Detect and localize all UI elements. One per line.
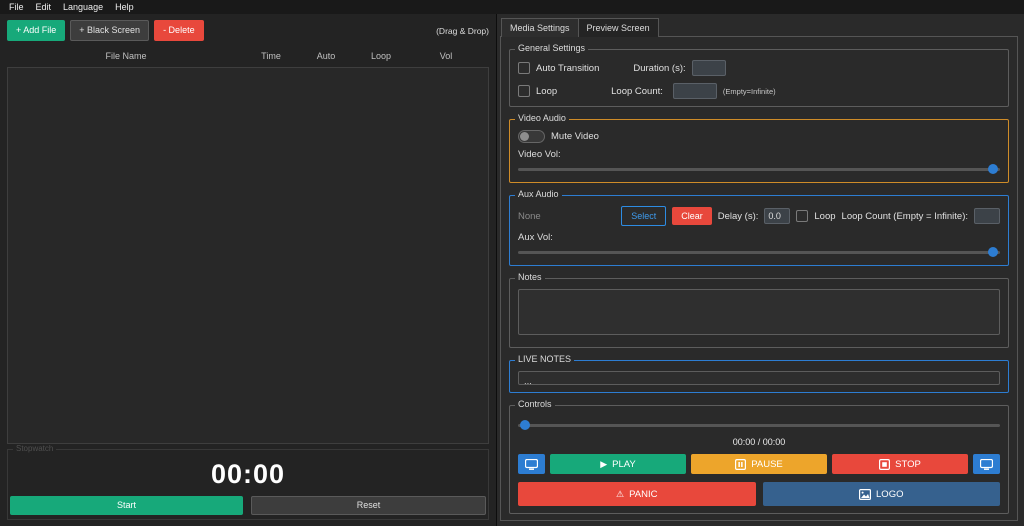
tab-bar: Media Settings Preview Screen: [500, 17, 1018, 36]
empty-infinite-hint: (Empty=Infinite): [723, 87, 776, 96]
play-label: PLAY: [612, 459, 636, 470]
output-screen-right-button[interactable]: [973, 454, 1000, 474]
aux-delay-label: Delay (s):: [718, 211, 759, 222]
stop-button[interactable]: STOP: [832, 454, 968, 474]
stopwatch-reset-button[interactable]: Reset: [251, 496, 486, 515]
aux-clear-button[interactable]: Clear: [672, 207, 712, 225]
aux-volume-slider[interactable]: [518, 246, 1000, 258]
video-audio-group: Video Audio Mute Video Video Vol:: [509, 119, 1009, 183]
slider-track: [518, 424, 1000, 427]
aux-file-label: None: [518, 211, 541, 222]
logo-label: LOGO: [876, 489, 903, 500]
general-settings-legend: General Settings: [515, 43, 588, 53]
auto-transition-checkbox[interactable]: [518, 62, 530, 74]
loop-label: Loop: [536, 86, 557, 97]
controls-legend: Controls: [515, 399, 555, 409]
aux-select-button[interactable]: Select: [621, 206, 666, 226]
image-icon: [859, 489, 871, 500]
mute-video-toggle[interactable]: [518, 130, 545, 143]
live-notes-group: LIVE NOTES ...: [509, 360, 1009, 393]
video-audio-legend: Video Audio: [515, 113, 569, 123]
duration-label: Duration (s):: [633, 63, 685, 74]
playlist-panel: + Add File + Black Screen - Delete (Drag…: [0, 14, 497, 526]
notes-textarea[interactable]: [518, 289, 1000, 335]
stop-icon: [879, 459, 890, 470]
column-header-loop: Loop: [355, 51, 407, 61]
stopwatch-time: 00:00: [10, 460, 486, 490]
play-icon: ▶: [600, 460, 607, 469]
panic-label: PANIC: [629, 489, 657, 500]
pause-button[interactable]: PAUSE: [691, 454, 827, 474]
transport-row: ▶ PLAY PAUSE: [518, 454, 1000, 474]
aux-vol-label: Aux Vol:: [518, 232, 1000, 243]
stopwatch-group: Stopwatch 00:00 Start Reset: [7, 449, 489, 520]
notes-legend: Notes: [515, 272, 545, 282]
aux-delay-input[interactable]: [764, 208, 790, 224]
duration-input[interactable]: [692, 60, 726, 76]
logo-button[interactable]: LOGO: [763, 482, 1001, 506]
seek-slider[interactable]: [518, 419, 1000, 431]
seek-handle[interactable]: [520, 420, 530, 430]
monitor-icon: [525, 459, 538, 470]
output-screen-left-button[interactable]: [518, 454, 545, 474]
live-notes-legend: LIVE NOTES: [515, 354, 574, 364]
menu-file[interactable]: File: [3, 1, 30, 13]
play-button[interactable]: ▶ PLAY: [550, 454, 686, 474]
loop-count-label: Loop Count:: [611, 86, 663, 97]
warning-icon: ⚠: [616, 490, 624, 499]
add-file-button[interactable]: + Add File: [7, 20, 65, 41]
media-settings-page: General Settings Auto Transition Duratio…: [500, 36, 1018, 521]
delete-button[interactable]: - Delete: [154, 20, 204, 41]
controls-group: Controls 00:00 / 00:00 ▶: [509, 405, 1009, 514]
loop-count-input[interactable]: [673, 83, 717, 99]
settings-panel: Media Settings Preview Screen General Se…: [497, 14, 1024, 526]
main-area: + Add File + Black Screen - Delete (Drag…: [0, 14, 1024, 526]
tab-preview-screen[interactable]: Preview Screen: [579, 18, 659, 37]
drag-drop-hint: (Drag & Drop): [436, 26, 489, 36]
slider-track: [518, 251, 1000, 254]
column-header-vol: Vol: [407, 51, 485, 61]
aux-loop-label: Loop: [814, 211, 835, 222]
aux-volume-handle[interactable]: [988, 247, 998, 257]
column-header-file-name: File Name: [7, 51, 245, 61]
notes-group: Notes: [509, 278, 1009, 348]
black-screen-button[interactable]: + Black Screen: [70, 20, 149, 41]
auto-transition-label: Auto Transition: [536, 63, 599, 74]
monitor-icon: [980, 459, 993, 470]
video-volume-handle[interactable]: [988, 164, 998, 174]
slider-track: [518, 168, 1000, 171]
menu-language[interactable]: Language: [57, 1, 109, 13]
aux-loop-checkbox[interactable]: [796, 210, 808, 222]
loop-checkbox[interactable]: [518, 85, 530, 97]
time-display: 00:00 / 00:00: [518, 437, 1000, 447]
playlist-header-row: File Name Time Auto Loop Vol: [7, 46, 489, 67]
playlist-toolbar: + Add File + Black Screen - Delete (Drag…: [7, 18, 489, 46]
playlist-drop-area[interactable]: [7, 67, 489, 444]
toggle-knob: [520, 132, 529, 141]
pause-icon: [735, 459, 746, 470]
tab-media-settings[interactable]: Media Settings: [501, 18, 579, 37]
stopwatch-start-button[interactable]: Start: [10, 496, 243, 515]
live-notes-box[interactable]: ...: [518, 371, 1000, 385]
panic-button[interactable]: ⚠ PANIC: [518, 482, 756, 506]
stopwatch-legend: Stopwatch: [13, 444, 56, 453]
video-vol-label: Video Vol:: [518, 149, 1000, 160]
aux-loop-count-input[interactable]: [974, 208, 1000, 224]
column-header-time: Time: [245, 51, 297, 61]
mute-video-label: Mute Video: [551, 131, 599, 142]
app-window: File Edit Language Help + Add File + Bla…: [0, 0, 1024, 526]
general-settings-group: General Settings Auto Transition Duratio…: [509, 49, 1009, 107]
video-volume-slider[interactable]: [518, 163, 1000, 175]
aux-audio-group: Aux Audio None Select Clear Delay (s): L…: [509, 195, 1009, 266]
menu-bar: File Edit Language Help: [0, 0, 1024, 14]
bottom-row: ⚠ PANIC LOGO: [518, 482, 1000, 506]
aux-loop-count-label: Loop Count (Empty = Infinite):: [842, 211, 968, 222]
stop-label: STOP: [895, 459, 921, 470]
aux-audio-legend: Aux Audio: [515, 189, 562, 199]
menu-help[interactable]: Help: [109, 1, 140, 13]
column-header-auto: Auto: [297, 51, 355, 61]
pause-label: PAUSE: [751, 459, 783, 470]
menu-edit[interactable]: Edit: [30, 1, 58, 13]
